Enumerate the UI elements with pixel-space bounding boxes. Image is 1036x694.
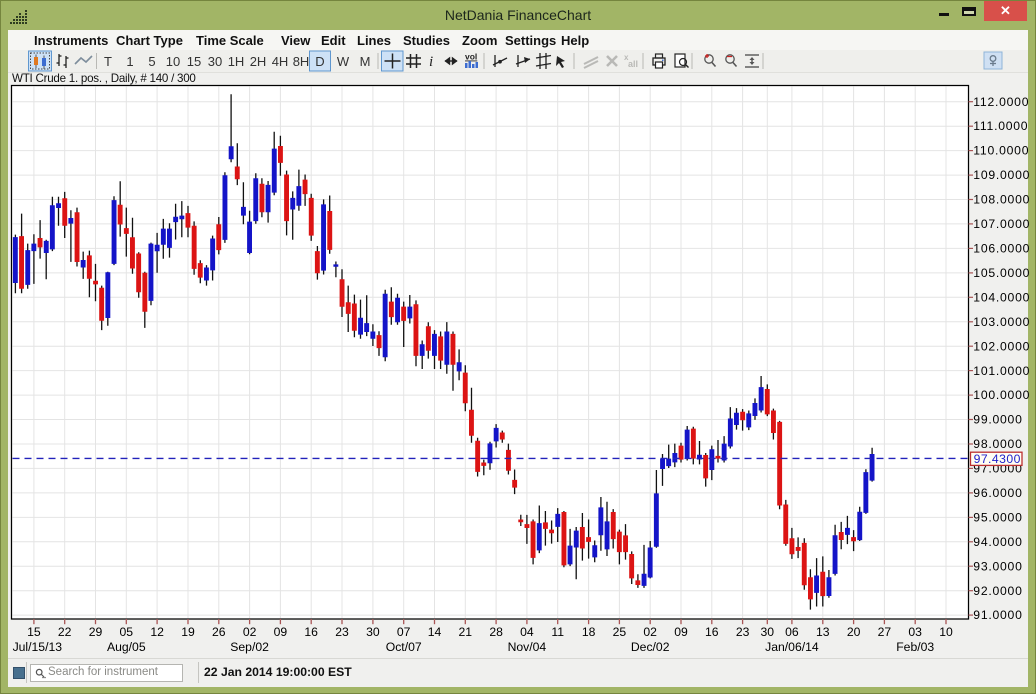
svg-text:111.0000: 111.0000 [973,119,1028,133]
svg-text:98.0000: 98.0000 [973,437,1022,451]
svg-text:23: 23 [335,625,349,639]
svg-text:09: 09 [674,625,688,639]
svg-text:07: 07 [397,625,411,639]
svg-text:22: 22 [58,625,72,639]
svg-text:03: 03 [908,625,922,639]
svg-text:Oct/07: Oct/07 [386,640,422,654]
svg-text:25: 25 [613,625,627,639]
svg-text:26: 26 [212,625,226,639]
svg-text:112.0000: 112.0000 [973,95,1029,109]
svg-text:97.4300: 97.4300 [974,452,1021,466]
svg-text:16: 16 [304,625,318,639]
svg-text:99.0000: 99.0000 [973,413,1022,427]
svg-text:Sep/02: Sep/02 [230,640,269,654]
svg-text:Dec/02: Dec/02 [631,640,670,654]
svg-text:19: 19 [181,625,195,639]
svg-text:100.0000: 100.0000 [973,388,1030,402]
svg-text:21: 21 [459,625,473,639]
svg-text:11: 11 [551,625,564,639]
svg-text:18: 18 [582,625,596,639]
svg-text:107.0000: 107.0000 [973,217,1030,231]
svg-text:12: 12 [150,625,164,639]
svg-text:108.0000: 108.0000 [973,193,1030,207]
svg-text:96.0000: 96.0000 [973,486,1022,500]
svg-text:93.0000: 93.0000 [973,559,1022,573]
svg-text:102.0000: 102.0000 [973,339,1030,353]
svg-text:30: 30 [761,625,775,639]
svg-text:Feb/03: Feb/03 [896,640,934,654]
svg-text:13: 13 [816,625,830,639]
svg-text:04: 04 [520,625,534,639]
svg-text:06: 06 [785,625,799,639]
svg-text:Nov/04: Nov/04 [508,640,547,654]
svg-text:15: 15 [27,625,41,639]
svg-text:27: 27 [878,625,892,639]
svg-text:16: 16 [705,625,719,639]
svg-text:09: 09 [274,625,288,639]
svg-text:94.0000: 94.0000 [973,535,1022,549]
svg-text:05: 05 [120,625,134,639]
svg-text:110.0000: 110.0000 [973,144,1029,158]
svg-text:103.0000: 103.0000 [973,315,1030,329]
svg-text:109.0000: 109.0000 [973,168,1030,182]
svg-text:92.0000: 92.0000 [973,584,1022,598]
svg-text:Jul/15/13: Jul/15/13 [13,640,63,654]
svg-text:30: 30 [366,625,380,639]
svg-text:106.0000: 106.0000 [973,242,1030,256]
svg-text:29: 29 [89,625,103,639]
svg-text:14: 14 [428,625,442,639]
svg-text:104.0000: 104.0000 [973,290,1030,304]
svg-text:20: 20 [847,625,861,639]
svg-text:10: 10 [939,625,953,639]
svg-text:95.0000: 95.0000 [973,511,1022,525]
svg-text:91.0000: 91.0000 [973,608,1022,622]
svg-text:101.0000: 101.0000 [973,364,1030,378]
svg-text:Jan/06/14: Jan/06/14 [765,640,819,654]
svg-text:105.0000: 105.0000 [973,266,1030,280]
svg-text:23: 23 [736,625,750,639]
svg-text:02: 02 [243,625,257,639]
svg-text:02: 02 [643,625,657,639]
svg-text:28: 28 [489,625,503,639]
svg-text:Aug/05: Aug/05 [107,640,146,654]
